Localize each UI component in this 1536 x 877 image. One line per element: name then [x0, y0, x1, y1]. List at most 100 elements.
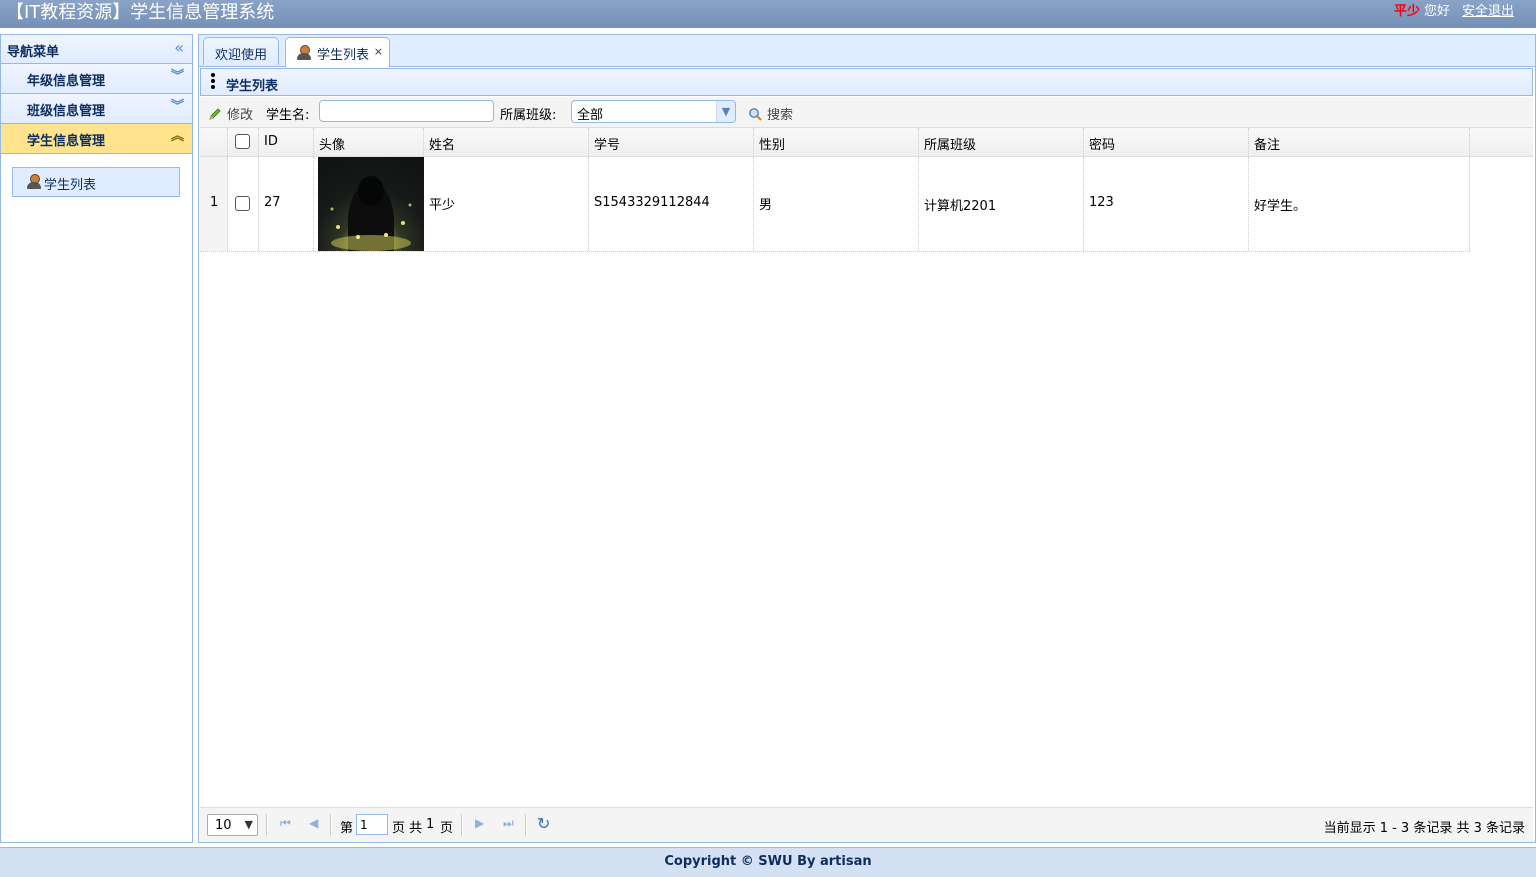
expand-icon[interactable]: ︾: [171, 69, 184, 85]
avatar: [318, 157, 424, 251]
cell-password: 123: [1084, 157, 1249, 251]
greeting-text: 您好: [1423, 4, 1450, 19]
pager-separator: [330, 814, 332, 836]
row-number: 1: [200, 157, 228, 251]
column-header-label: 性别: [759, 138, 786, 153]
tab-label: 学生列表: [317, 48, 370, 63]
header-name[interactable]: 姓名: [424, 128, 589, 156]
page-size-value: 10: [215, 818, 232, 833]
cell-class: 计算机2201: [919, 157, 1084, 251]
nav-item-class[interactable]: 班级信息管理 ︾: [1, 94, 192, 124]
nav-sub-item-label: 学生列表: [44, 178, 97, 193]
cell-text: 男: [759, 198, 773, 213]
row-number-text: 1: [210, 195, 219, 210]
tab-bar: 欢迎使用 学生列表 ×: [199, 35, 1535, 67]
header-gender[interactable]: 性别: [754, 128, 919, 156]
chevron-down-icon[interactable]: ▼: [716, 101, 735, 122]
column-header-label: 密码: [1089, 138, 1116, 153]
prev-page-icon[interactable]: ◀: [309, 816, 318, 830]
row-checkbox-cell: [228, 157, 259, 251]
grid-header: ID 头像 姓名 学号 性别 所属班级 密码 备注: [200, 128, 1533, 157]
footer: Copyright © SWU By artisan: [0, 847, 1536, 877]
app-header: 【IT教程资源】学生信息管理系统 平少 您好 安全退出: [0, 0, 1536, 28]
student-name-label: 学生名:: [266, 108, 310, 123]
edit-button-label: 修改: [227, 108, 254, 123]
panel-title: 学生列表: [226, 79, 279, 94]
main-panel: 欢迎使用 学生列表 × 学生列表 修改 学生名: 所属班级: 全部 ▼ 搜索 I…: [198, 34, 1536, 843]
page-label: 页 共: [392, 821, 423, 836]
collapse-panel-icon[interactable]: «: [174, 39, 184, 57]
search-button-label: 搜索: [767, 108, 794, 123]
header-remark[interactable]: 备注: [1249, 128, 1470, 156]
page-label: 页: [440, 821, 454, 836]
column-header-label: 学号: [594, 138, 621, 153]
user-area: 平少 您好 安全退出: [1394, 4, 1514, 20]
nav-item-grade[interactable]: 年级信息管理 ︾: [1, 64, 192, 94]
chevron-down-icon: ▼: [244, 818, 253, 831]
pager-separator: [525, 814, 527, 836]
total-pages: 1: [426, 817, 435, 832]
menu-dots-icon: [211, 73, 215, 91]
column-header-label: ID: [264, 134, 278, 149]
cell-text: S1543329112844: [594, 195, 710, 210]
pager-separator: [461, 814, 463, 836]
column-header-label: 姓名: [429, 138, 456, 153]
header-student-no[interactable]: 学号: [589, 128, 754, 156]
table-row[interactable]: 1 27 平少 S1543329112844 男 计算机2201 123 好学生…: [200, 157, 1470, 252]
page-label: 第: [340, 821, 354, 836]
class-filter-select[interactable]: 全部 ▼: [571, 100, 736, 123]
nav-item-label: 班级信息管理: [27, 104, 106, 119]
tab-student-list[interactable]: 学生列表 ×: [285, 37, 390, 67]
header-class[interactable]: 所属班级: [919, 128, 1084, 156]
cell-text: 123: [1089, 195, 1114, 210]
cell-text: 计算机2201: [924, 199, 997, 214]
refresh-icon[interactable]: ↻: [537, 814, 550, 833]
row-checkbox[interactable]: [235, 196, 250, 211]
close-tab-icon[interactable]: ×: [374, 45, 383, 58]
edit-button[interactable]: 修改: [208, 104, 253, 123]
select-all-checkbox[interactable]: [235, 134, 250, 149]
logout-link[interactable]: 安全退出: [1462, 4, 1514, 19]
user-icon: [297, 45, 311, 61]
tab-welcome[interactable]: 欢迎使用: [203, 37, 279, 65]
cell-student-no: S1543329112844: [589, 157, 754, 251]
column-header-label: 备注: [1254, 138, 1281, 153]
search-icon: [749, 108, 762, 121]
search-button[interactable]: 搜索: [748, 104, 793, 123]
record-info: 当前显示 1 - 3 条记录 共 3 条记录: [1323, 821, 1525, 836]
column-header-label: 头像: [319, 138, 346, 153]
header-id[interactable]: ID: [259, 128, 314, 156]
header-password[interactable]: 密码: [1084, 128, 1249, 156]
pagination-bar: 10 ▼ ⏮ ◀ 第 页 共 1 页 ▶ ⏭ ↻ 当前显示 1 - 3 条记录 …: [200, 807, 1533, 842]
app-title: 【IT教程资源】学生信息管理系统: [6, 2, 275, 23]
avatar-image: [330, 176, 412, 251]
cell-remark: 好学生。: [1249, 157, 1470, 251]
student-name-input[interactable]: [319, 100, 494, 122]
column-header-label: 所属班级: [924, 138, 977, 153]
first-page-icon[interactable]: ⏮: [280, 816, 291, 831]
tab-label: 欢迎使用: [215, 48, 268, 63]
current-page-input[interactable]: [356, 814, 388, 835]
cell-text: 好学生。: [1254, 199, 1307, 214]
nav-title: 导航菜单: [7, 45, 60, 60]
nav-item-student[interactable]: 学生信息管理 ︽: [1, 124, 192, 154]
page-size-select[interactable]: 10 ▼: [207, 814, 258, 836]
nav-sub-item-student-list[interactable]: 学生列表: [12, 167, 180, 197]
pager-separator: [266, 814, 268, 836]
cell-text: 27: [264, 195, 281, 210]
expand-icon[interactable]: ︾: [171, 99, 184, 115]
header-avatar[interactable]: 头像: [314, 128, 424, 156]
cell-id: 27: [259, 157, 314, 251]
nav-panel: 导航菜单 « 年级信息管理 ︾ 班级信息管理 ︾ 学生信息管理 ︽ 学生列表: [0, 34, 193, 843]
class-filter-label: 所属班级:: [500, 108, 557, 123]
class-filter-value: 全部: [577, 108, 604, 123]
nav-item-label: 年级信息管理: [27, 74, 106, 89]
cell-avatar: [314, 157, 424, 251]
cell-gender: 男: [754, 157, 919, 251]
nav-header: 导航菜单 «: [1, 35, 192, 64]
user-icon: [27, 174, 41, 190]
last-page-icon[interactable]: ⏭: [503, 816, 514, 831]
next-page-icon[interactable]: ▶: [475, 816, 484, 830]
toolbar: 修改 学生名: 所属班级: 全部 ▼ 搜索: [200, 97, 1533, 128]
collapse-icon[interactable]: ︽: [171, 129, 184, 145]
